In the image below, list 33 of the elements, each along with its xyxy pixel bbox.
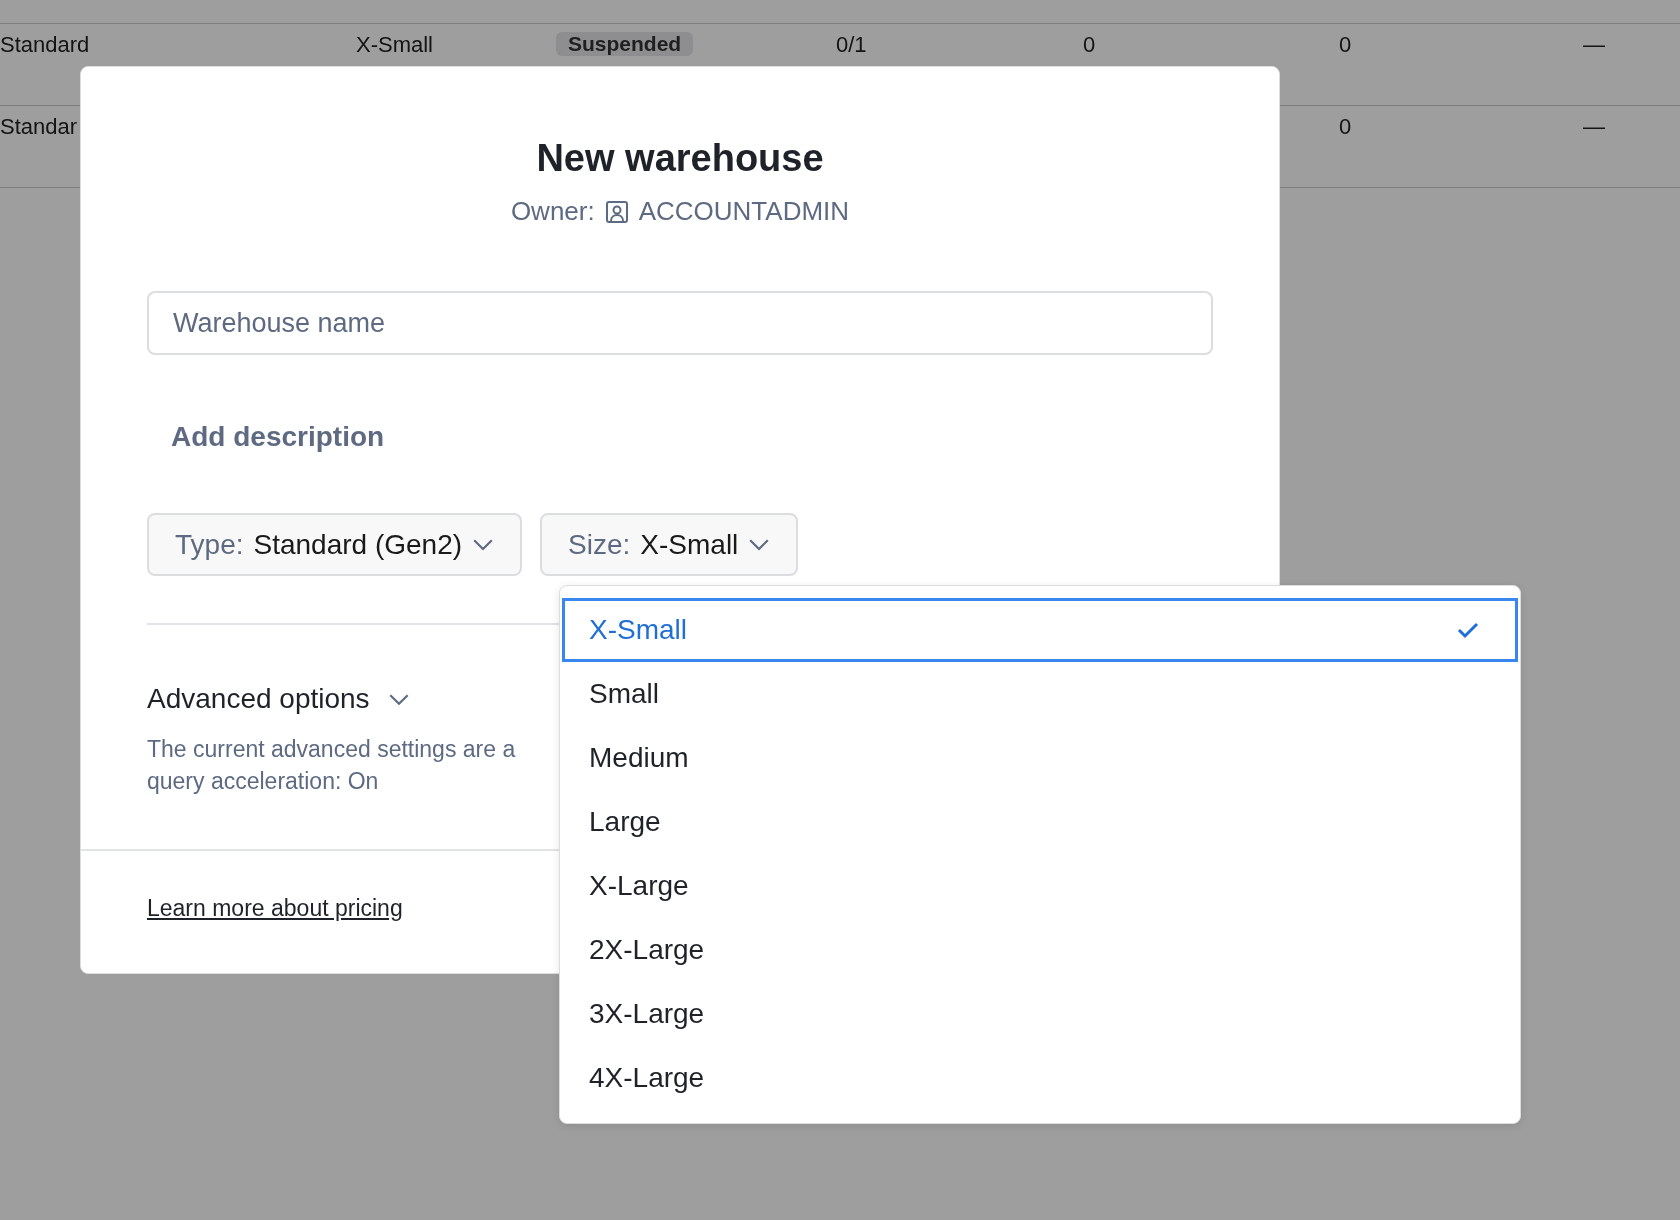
type-select[interactable]: Type: Standard (Gen2): [147, 513, 523, 576]
warehouse-name-field[interactable]: Warehouse name: [147, 291, 1213, 355]
size-option[interactable]: X-Large: [562, 854, 1518, 918]
status-badge: Suspended: [556, 32, 694, 56]
table-cell-text: X-Small: [356, 32, 434, 58]
table-cell-text: 0: [1083, 32, 1097, 58]
size-option[interactable]: X-Small: [562, 598, 1518, 662]
advanced-settings-summary: The current advanced settings are a query acceleration: On: [147, 735, 516, 796]
pricing-link[interactable]: Learn more about pricing: [147, 895, 403, 921]
dialog-title: New warehouse: [536, 137, 824, 180]
size-option[interactable]: Large: [562, 790, 1518, 854]
table-cell-text: Standar: [0, 114, 79, 140]
size-option[interactable]: 4X-Large: [562, 1046, 1518, 1110]
chevron-down-icon: [387, 692, 410, 706]
user-icon: [604, 199, 629, 224]
chevron-down-icon: [472, 537, 495, 552]
size-option[interactable]: 3X-Large: [562, 982, 1518, 1046]
checkmark-icon: [1457, 621, 1479, 639]
table-cell-text: —: [1583, 32, 1606, 58]
table-cell-text: —: [1583, 114, 1606, 140]
table-cell-text: Standard: [0, 32, 91, 58]
owner-label: Owner:: [510, 196, 595, 227]
size-select[interactable]: Size: X-Small: [540, 513, 799, 576]
add-description-button[interactable]: Add description: [157, 413, 399, 461]
size-option[interactable]: Medium: [562, 726, 1518, 790]
chevron-down-icon: [748, 537, 771, 552]
table-cell-text: 0: [1339, 114, 1353, 140]
table-cell-text: 0: [1339, 32, 1353, 58]
size-option[interactable]: Small: [562, 662, 1518, 726]
advanced-options-toggle[interactable]: Advanced options: [147, 683, 410, 715]
table-cell-text: 0/1: [836, 32, 868, 58]
size-option[interactable]: 2X-Large: [562, 918, 1518, 982]
owner-name: ACCOUNTADMIN: [638, 196, 850, 227]
